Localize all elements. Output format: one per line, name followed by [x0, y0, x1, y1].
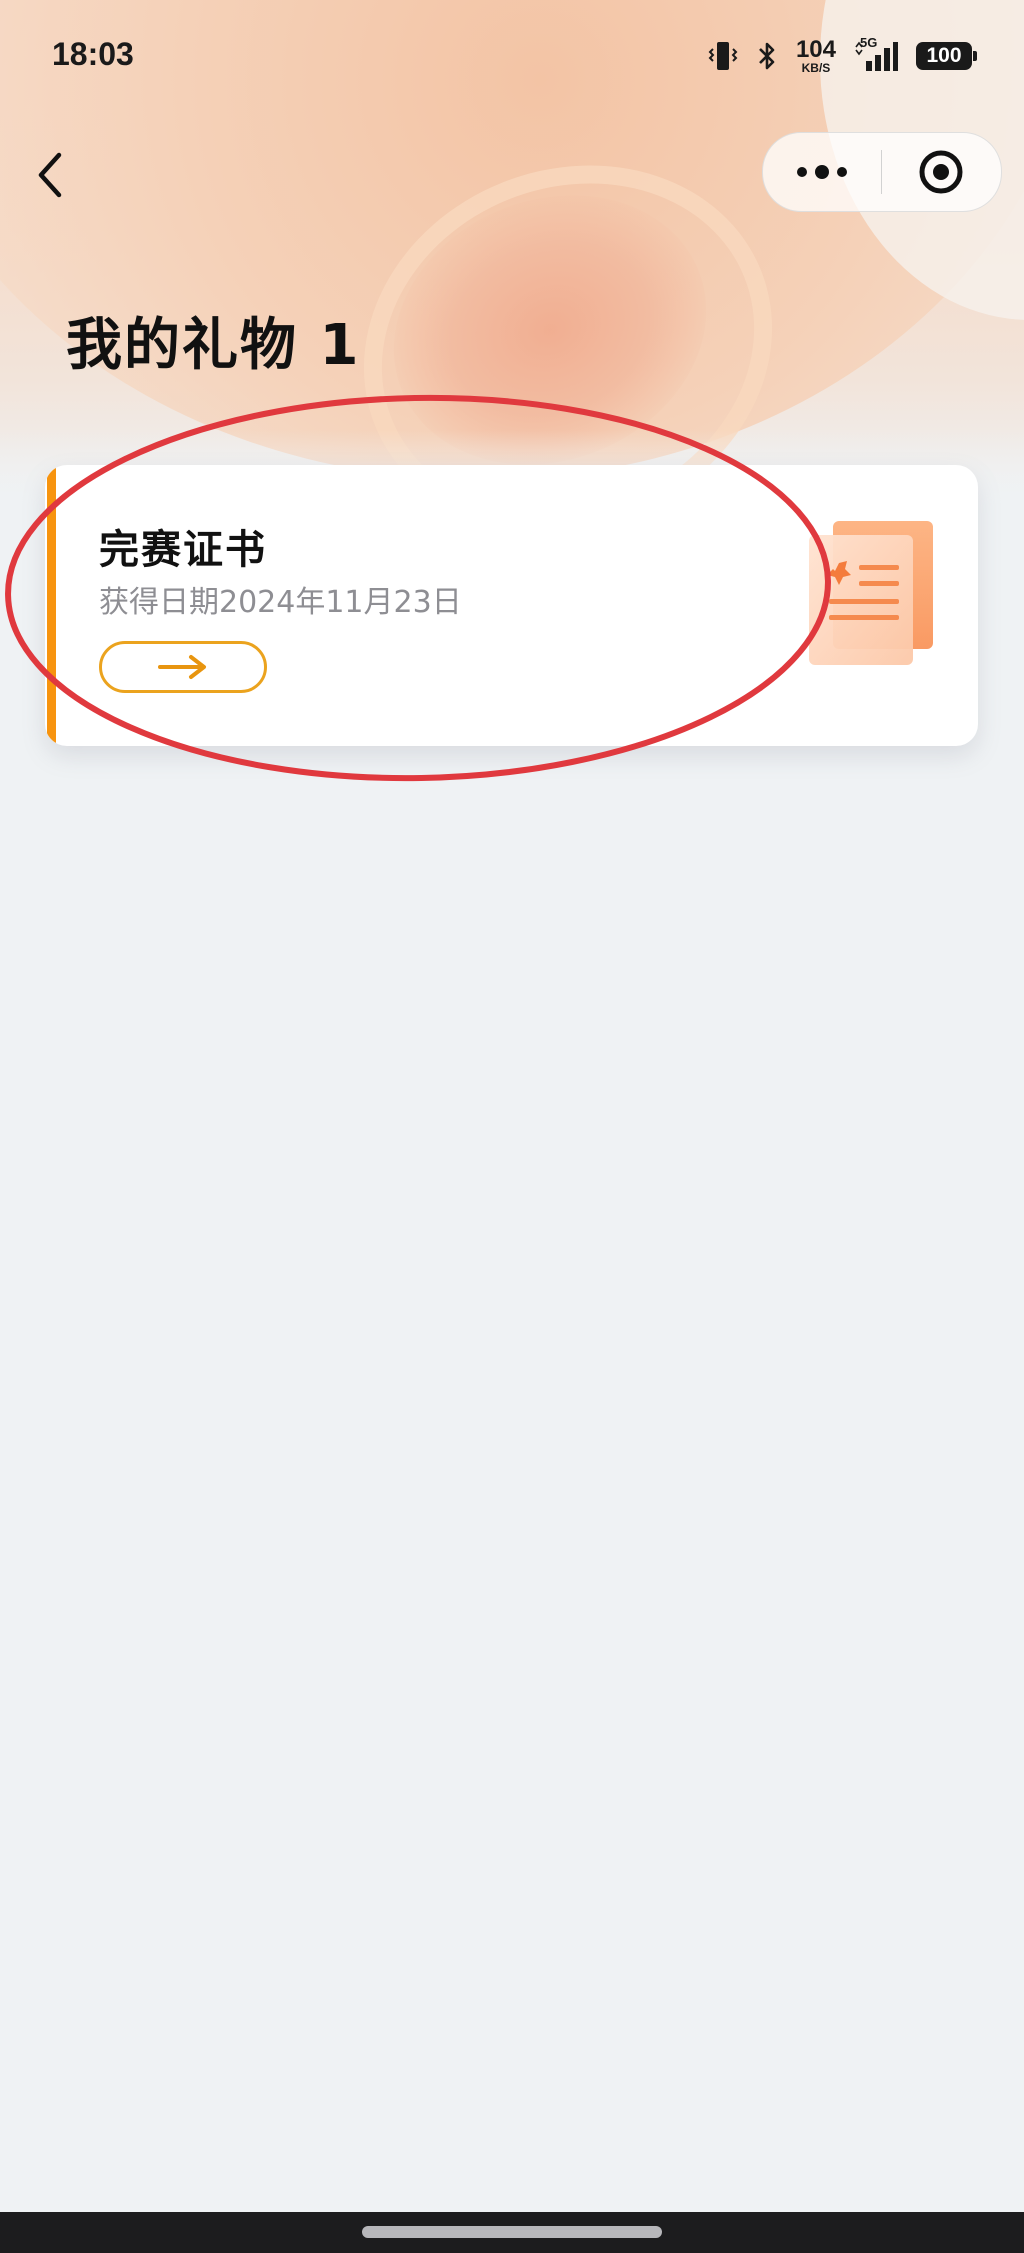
status-icons: 104 KB/S 5G 100	[708, 35, 977, 76]
more-button[interactable]	[763, 133, 881, 211]
back-button[interactable]	[22, 140, 78, 210]
home-indicator[interactable]	[362, 2226, 662, 2238]
network-speed-unit: KB/S	[801, 61, 831, 75]
battery-level: 100	[926, 44, 962, 67]
status-time: 18:03	[52, 36, 134, 72]
certificate-icon	[805, 511, 935, 671]
network-speed: 104 KB/S	[795, 36, 836, 75]
view-gift-button[interactable]	[99, 641, 267, 693]
mini-program-capsule	[762, 132, 1002, 212]
gift-date: 获得日期2024年11月23日	[99, 585, 462, 620]
signal-icon: 5G	[854, 35, 898, 73]
navigation-bar	[0, 2212, 1024, 2253]
status-bar: 18:03 104 KB/S 5G 100	[0, 0, 1024, 112]
chevron-left-icon	[38, 152, 62, 198]
page-title: 我的礼物 1	[66, 313, 361, 378]
gift-card[interactable]: 完赛证书 获得日期2024年11月23日	[45, 465, 978, 746]
arrow-right-icon	[158, 655, 206, 679]
battery-icon: 100	[916, 42, 977, 70]
card-accent-bar	[47, 465, 56, 746]
network-speed-value: 104	[795, 36, 836, 63]
vibrate-icon	[708, 39, 738, 73]
gift-title: 完赛证书	[99, 527, 267, 573]
bluetooth-icon	[756, 39, 778, 73]
network-type: 5G	[860, 35, 878, 50]
target-circle-icon	[919, 150, 963, 194]
close-button[interactable]	[882, 133, 1000, 211]
screen: 18:03 104 KB/S 5G 100 我的礼物 1 完赛证书 获得日期20…	[0, 0, 1024, 2253]
more-dots-icon	[797, 165, 847, 179]
